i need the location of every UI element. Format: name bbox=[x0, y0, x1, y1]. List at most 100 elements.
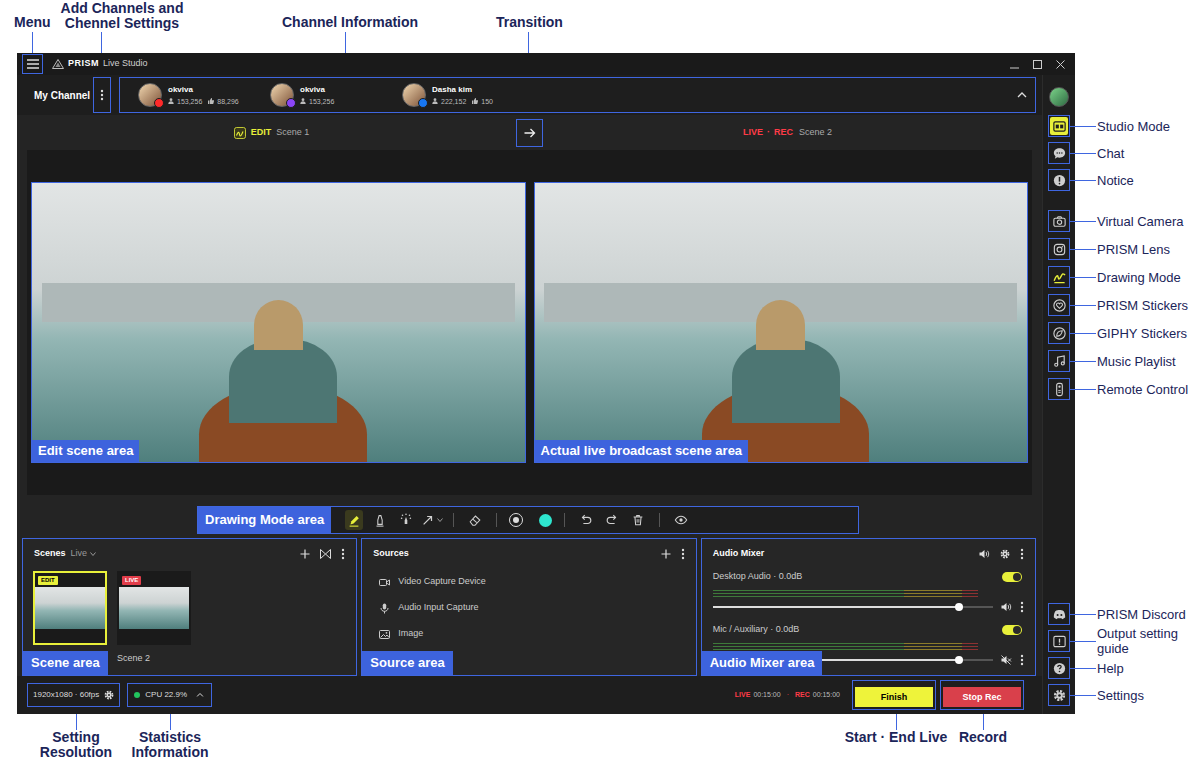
clear-button[interactable] bbox=[629, 510, 647, 530]
scenes-panel: ScenesLiveEDITLIVEScene 2Scene area bbox=[22, 538, 357, 676]
sidebar-item[interactable]: Notice bbox=[1048, 169, 1070, 191]
stop-rec-button[interactable]: Stop Rec bbox=[943, 687, 1021, 707]
close-icon[interactable] bbox=[1056, 60, 1065, 69]
drawing-tool[interactable] bbox=[371, 510, 389, 530]
volume-track[interactable] bbox=[713, 606, 993, 608]
speaker-icon[interactable] bbox=[1001, 602, 1012, 612]
sidebar-item[interactable]: Studio Mode bbox=[1048, 115, 1070, 137]
visibility-button[interactable] bbox=[672, 510, 690, 530]
callout-line: Output setting bbox=[1097, 626, 1178, 641]
meter-line bbox=[713, 646, 978, 647]
channel-settings-button[interactable] bbox=[93, 77, 111, 113]
app-logo: PRISMLive Studio bbox=[52, 57, 148, 71]
callout-line: PRISM Lens bbox=[1097, 242, 1170, 257]
mixer-channel-label: Desktop Audio · 0.0dB bbox=[713, 570, 803, 584]
source-row[interactable]: Video Capture Device bbox=[362, 569, 695, 595]
thickness-dot bbox=[513, 517, 519, 523]
level-meter bbox=[713, 643, 978, 650]
menu-button[interactable] bbox=[22, 54, 43, 74]
finish-button[interactable]: Finish bbox=[855, 687, 933, 707]
product-name: Live Studio bbox=[103, 57, 148, 71]
channel-item[interactable]: okviva153,256 bbox=[270, 83, 402, 107]
callout-connector bbox=[1070, 126, 1096, 127]
volume-knob[interactable] bbox=[955, 656, 963, 664]
followers-icon bbox=[300, 98, 306, 104]
maximize-icon[interactable] bbox=[1033, 60, 1042, 69]
meter-green bbox=[713, 596, 904, 597]
separator bbox=[564, 513, 565, 527]
more-icon[interactable] bbox=[681, 548, 685, 560]
sidebar-item[interactable]: Output settingguide bbox=[1048, 630, 1070, 652]
sidebar-button bbox=[1050, 240, 1068, 258]
user-avatar[interactable] bbox=[1049, 87, 1069, 107]
sidebar-item[interactable]: Help bbox=[1048, 657, 1070, 679]
drawing-tool[interactable] bbox=[466, 510, 484, 530]
callout-line: guide bbox=[1097, 641, 1178, 656]
speaker-icon[interactable] bbox=[979, 549, 990, 559]
color-swatch[interactable] bbox=[539, 514, 552, 527]
channel-text: okviva153,256 bbox=[300, 85, 334, 106]
source-row[interactable]: Audio Input Capture bbox=[362, 595, 695, 621]
redo-button[interactable] bbox=[603, 510, 621, 530]
dropdown-caret-icon bbox=[437, 518, 443, 522]
callout-connector bbox=[1070, 389, 1096, 390]
sidebar-item[interactable]: Settings bbox=[1048, 684, 1070, 706]
sidebar-item[interactable]: Virtual Camera bbox=[1048, 210, 1070, 232]
sidebar-button bbox=[1050, 268, 1068, 286]
callout-connector bbox=[1070, 277, 1096, 278]
more-icon[interactable] bbox=[1020, 548, 1024, 560]
callout-line: Information bbox=[120, 745, 220, 760]
chevron-up-icon[interactable] bbox=[1017, 92, 1027, 98]
callout-connector bbox=[1070, 305, 1096, 306]
scene-header: EDITScene 1LIVE·RECScene 2 bbox=[17, 115, 1042, 150]
sidebar-item[interactable]: PRISM Lens bbox=[1048, 238, 1070, 260]
followers-count: 153,256 bbox=[309, 97, 334, 106]
minimize-icon[interactable] bbox=[1010, 60, 1019, 69]
drawing-tool[interactable] bbox=[423, 510, 441, 530]
channel-item[interactable]: okviva153,25688,296 bbox=[138, 83, 270, 107]
live-button-frame: Finish bbox=[852, 680, 936, 711]
sidebar-item[interactable]: Drawing Mode bbox=[1048, 266, 1070, 288]
transition-button[interactable] bbox=[516, 119, 543, 147]
meter-green bbox=[713, 646, 904, 647]
sidebar-item[interactable]: Remote Control bbox=[1048, 378, 1070, 400]
plus-icon[interactable] bbox=[661, 549, 671, 559]
thickness-button[interactable] bbox=[509, 513, 523, 527]
followers-count: 153,256 bbox=[177, 97, 202, 106]
channel-item[interactable]: Dasha kim222,152150 bbox=[402, 83, 534, 107]
source-row[interactable]: Image bbox=[362, 621, 695, 647]
sidebar-item[interactable]: GIPHY Stickers bbox=[1048, 322, 1070, 344]
more-icon[interactable] bbox=[1020, 654, 1024, 666]
undo-button[interactable] bbox=[577, 510, 595, 530]
more-icon[interactable] bbox=[341, 548, 345, 560]
mixer-toggle[interactable] bbox=[1002, 625, 1022, 635]
cpu-text: CPU 22.9% bbox=[145, 689, 187, 701]
callout-label: Record bbox=[943, 730, 1023, 745]
callout-label: Add Channels andChennel Settings bbox=[52, 1, 192, 31]
edit-mode-icon bbox=[234, 127, 246, 139]
edit-scene-name: Scene 1 bbox=[276, 126, 309, 140]
mixer-channel-header: Desktop Audio · 0.0dB bbox=[713, 569, 1024, 585]
annotated-screenshot: MenuAdd Channels andChennel SettingsChan… bbox=[0, 0, 1200, 763]
sidebar-item[interactable]: PRISM Discord bbox=[1048, 603, 1070, 625]
sidebar-item[interactable]: PRISM Stickers bbox=[1048, 294, 1070, 316]
platform-badge bbox=[418, 98, 428, 108]
sidebar-item[interactable]: Chat bbox=[1048, 142, 1070, 164]
live-scene-name: Scene 2 bbox=[799, 126, 832, 140]
mixer-toggle[interactable] bbox=[1002, 572, 1022, 582]
plus-icon[interactable] bbox=[300, 549, 310, 559]
volume-knob[interactable] bbox=[955, 603, 963, 611]
sidebar-item[interactable]: Music Playlist bbox=[1048, 350, 1070, 372]
dropdown-caret-icon[interactable] bbox=[90, 552, 96, 556]
scene-item[interactable]: LIVEScene 2 bbox=[117, 571, 191, 666]
channel-text: Dasha kim222,152150 bbox=[432, 85, 493, 106]
statistics-info[interactable]: CPU 22.9% bbox=[127, 683, 212, 707]
transition-icon[interactable] bbox=[320, 549, 331, 559]
channel-name: Dasha kim bbox=[432, 85, 493, 95]
gear-icon[interactable] bbox=[1000, 549, 1010, 559]
resolution-setting[interactable]: 1920x1080 · 60fps bbox=[27, 683, 120, 707]
drawing-tool[interactable] bbox=[397, 510, 415, 530]
speaker-muted-icon[interactable] bbox=[1001, 655, 1012, 665]
more-icon[interactable] bbox=[1020, 601, 1024, 613]
drawing-tool[interactable] bbox=[345, 510, 363, 530]
